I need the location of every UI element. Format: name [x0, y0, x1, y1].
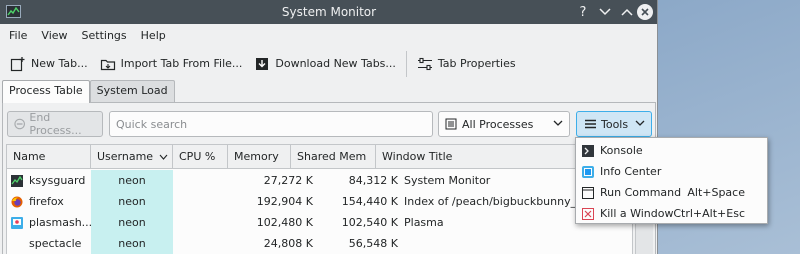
run-icon: [582, 186, 594, 199]
process-name-cell: ksysguard: [7, 170, 91, 191]
column-header-cpu[interactable]: CPU %: [173, 145, 228, 169]
menu-settings[interactable]: Settings: [75, 24, 134, 47]
table-row[interactable]: firefox neon 192,904 K 154,440 K Index o…: [7, 191, 632, 212]
table-row[interactable]: ksysguard neon 27,272 K 84,312 K System …: [7, 170, 632, 191]
quick-search-input[interactable]: Quick search: [109, 111, 433, 137]
import-tab-label: Import Tab From File...: [120, 57, 243, 70]
process-cpu: [173, 233, 228, 254]
window-title: System Monitor: [281, 5, 377, 19]
tab-properties-button[interactable]: Tab Properties: [411, 49, 522, 79]
close-icon[interactable]: [636, 3, 654, 21]
process-cpu: [173, 212, 228, 233]
ksysguard-icon: [11, 174, 23, 187]
kill-icon: [582, 207, 594, 220]
process-cpu: [173, 191, 228, 212]
process-memory: 102,480 K: [256, 216, 313, 229]
process-name-cell: plasmash...: [7, 212, 91, 233]
download-tabs-button[interactable]: Download New Tabs...: [248, 49, 402, 79]
chevron-down-icon: [553, 120, 563, 126]
import-tab-button[interactable]: Import Tab From File...: [94, 49, 249, 79]
menu-item-konsole[interactable]: Konsole: [576, 140, 767, 161]
column-header-memory[interactable]: Memory: [228, 145, 291, 169]
menu-item-label: Info Center: [600, 165, 662, 178]
menu-item-info-center[interactable]: Info Center: [576, 161, 767, 182]
process-shared-mem: 84,312 K: [348, 174, 398, 187]
process-username: neon: [91, 170, 173, 191]
column-header-username[interactable]: Username: [91, 145, 173, 169]
download-icon: [256, 57, 269, 70]
menu-file[interactable]: File: [2, 24, 34, 47]
tools-popup-menu: Konsole Info Center Run Command Alt+Spac…: [575, 137, 768, 224]
sort-chevron-icon: [159, 154, 168, 160]
process-cpu: [173, 170, 228, 191]
process-name: firefox: [29, 195, 64, 208]
process-filter-value: All Processes: [462, 117, 534, 131]
column-header-shared-mem[interactable]: Shared Mem: [291, 145, 376, 169]
menu-help[interactable]: Help: [134, 24, 173, 47]
tab-bar: Process Table System Load: [2, 80, 175, 103]
tools-button[interactable]: Tools: [576, 111, 652, 137]
process-username: neon: [91, 212, 173, 233]
configure-icon: [417, 57, 432, 70]
process-memory: 192,904 K: [256, 195, 313, 208]
process-shared-mem: 102,540 K: [341, 216, 398, 229]
menu-item-shortcut: Alt+Space: [687, 186, 745, 199]
menu-icon: [585, 119, 596, 129]
firefox-icon: [11, 196, 23, 207]
process-table: Name Username CPU % Memory Shared Mem Wi…: [6, 144, 633, 254]
plasmashell-icon: [11, 216, 23, 229]
menu-item-run-command[interactable]: Run Command Alt+Space: [576, 182, 767, 203]
end-process-label: End Process...: [29, 111, 82, 137]
table-header: Name Username CPU % Memory Shared Mem Wi…: [7, 145, 632, 169]
menu-item-kill-window[interactable]: Kill a Window Ctrl+Alt+Esc: [576, 203, 767, 224]
process-window-title: [402, 233, 632, 254]
menu-bar: File View Settings Help: [0, 24, 657, 47]
maximize-icon[interactable]: [618, 3, 636, 21]
toolbar-separator: [405, 50, 407, 77]
table-row[interactable]: spectacle neon 24,808 K 56,548 K: [7, 233, 632, 254]
menu-item-shortcut: Ctrl+Alt+Esc: [673, 207, 745, 220]
info-icon: [582, 165, 594, 178]
tab-properties-label: Tab Properties: [437, 57, 516, 70]
new-tab-button[interactable]: New Tab...: [4, 49, 94, 79]
menu-item-label: Run Command: [600, 186, 682, 199]
folder-open-icon: [100, 59, 115, 70]
process-shared-mem: 154,440 K: [341, 195, 398, 208]
menu-item-label: Konsole: [600, 144, 643, 157]
end-process-icon: [14, 118, 25, 130]
process-username: neon: [91, 233, 173, 254]
process-shared-mem: 56,548 K: [348, 237, 398, 250]
process-table-panel: End Process... Quick search All Processe…: [2, 102, 656, 254]
process-name-cell: spectacle: [7, 233, 91, 254]
menu-view[interactable]: View: [34, 24, 74, 47]
process-list-icon: [445, 118, 457, 130]
process-controls: End Process... Quick search All Processe…: [3, 103, 657, 143]
process-filter-dropdown[interactable]: All Processes: [438, 111, 570, 137]
process-memory: 24,808 K: [263, 237, 313, 250]
download-tabs-label: Download New Tabs...: [275, 57, 396, 70]
help-icon[interactable]: ?: [574, 3, 592, 21]
tools-label: Tools: [601, 117, 629, 131]
title-bar[interactable]: System Monitor ?: [0, 0, 657, 24]
column-header-name[interactable]: Name: [7, 145, 91, 169]
process-name: spectacle: [29, 237, 82, 250]
system-monitor-window: System Monitor ? File View Settings Help…: [0, 0, 658, 254]
konsole-icon: [582, 144, 594, 157]
process-name: plasmash...: [29, 216, 91, 229]
minimize-icon[interactable]: [596, 3, 614, 21]
new-tab-icon: [10, 56, 25, 71]
tab-process-table[interactable]: Process Table: [2, 80, 90, 103]
tab-system-load[interactable]: System Load: [89, 80, 175, 102]
table-row[interactable]: plasmash... neon 102,480 K 102,540 K Pla…: [7, 212, 632, 233]
chevron-down-icon: [635, 120, 645, 126]
process-memory: 27,272 K: [263, 174, 313, 187]
new-tab-label: New Tab...: [31, 57, 88, 70]
end-process-button[interactable]: End Process...: [7, 111, 103, 137]
menu-item-label: Kill a Window: [600, 207, 674, 220]
process-name-cell: firefox: [7, 191, 91, 212]
process-name: ksysguard: [29, 174, 86, 187]
column-header-username-label: Username: [97, 150, 154, 163]
process-username: neon: [91, 191, 173, 212]
main-toolbar: New Tab... Import Tab From File... Downl…: [0, 47, 657, 80]
